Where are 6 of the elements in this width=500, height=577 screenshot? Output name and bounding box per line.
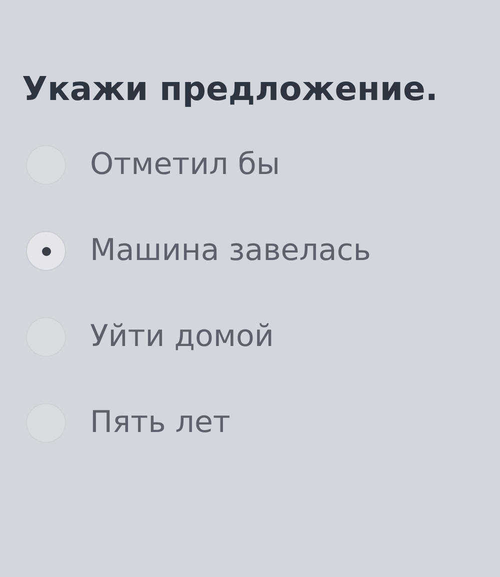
option-label: Машина завелась xyxy=(90,236,371,266)
radio-button[interactable] xyxy=(26,231,66,271)
option-label: Отметил бы xyxy=(90,150,280,180)
option-label: Уйти домой xyxy=(90,322,274,352)
question-title: Укажи предложение. xyxy=(22,72,439,105)
option-label: Пять лет xyxy=(90,408,230,438)
